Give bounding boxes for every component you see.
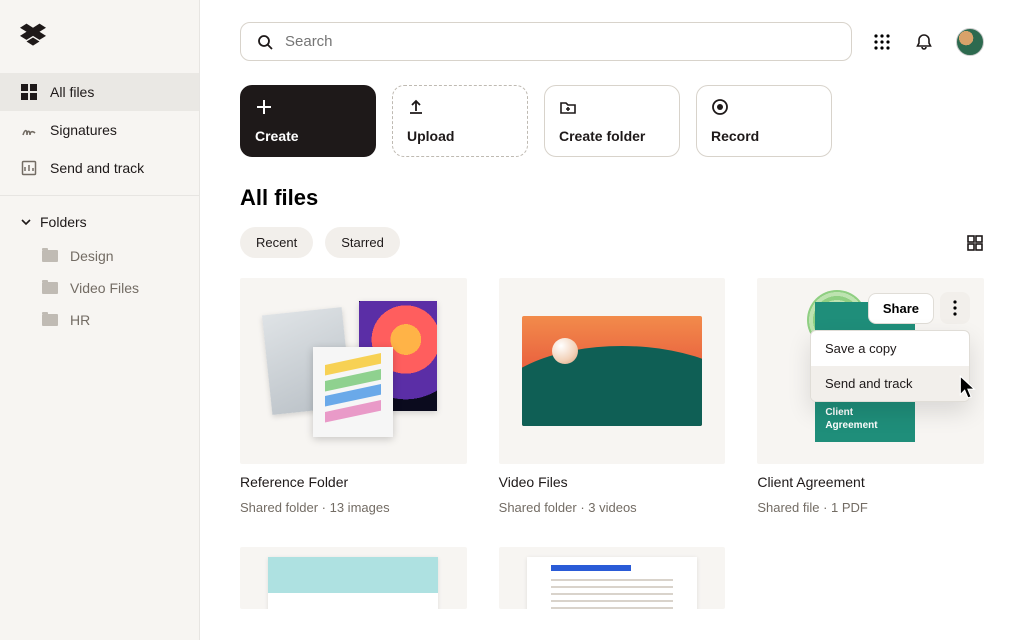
create-button[interactable]: Create [240,85,376,157]
file-thumbnail [499,547,726,609]
file-meta: Shared folder · 3 videos [499,500,726,515]
file-thumbnail [240,547,467,609]
search-bar[interactable] [240,22,852,61]
folder-item-video-files[interactable]: Video Files [0,272,199,304]
file-title: Reference Folder [240,474,467,490]
record-button[interactable]: Record [696,85,832,157]
create-folder-button[interactable]: Create folder [544,85,680,157]
upload-icon [407,98,425,116]
more-options-button[interactable] [940,292,970,324]
apps-grid-icon[interactable] [872,32,892,52]
waves-preview [522,316,702,426]
cursor-pointer-icon [958,374,980,400]
sidebar-divider [0,195,199,196]
plus-icon [255,98,273,116]
kebab-icon [953,300,957,316]
context-menu: Save a copy Send and track [810,330,970,402]
file-grid: Reference Folder Shared folder · 13 imag… [240,278,984,609]
action-label: Upload [407,128,513,144]
file-meta: Shared file · 1 PDF [757,500,984,515]
folder-label: Video Files [70,280,139,296]
file-thumbnail: Client Agreement Share Save a copy Send … [757,278,984,464]
filter-chip-recent[interactable]: Recent [240,227,313,258]
file-title: Video Files [499,474,726,490]
filter-chip-starred[interactable]: Starred [325,227,400,258]
send-track-icon [20,159,38,177]
file-card[interactable] [499,547,726,609]
filter-row: Recent Starred [240,227,984,258]
sidebar: All files Signatures Send and track Fold… [0,0,200,640]
file-meta: Shared folder · 13 images [240,500,467,515]
folder-icon [42,250,58,262]
avatar[interactable] [956,28,984,56]
folders-toggle[interactable]: Folders [0,204,199,240]
dropbox-icon [20,22,46,48]
sidebar-item-label: Send and track [50,160,144,176]
file-card[interactable] [240,547,467,609]
upload-button[interactable]: Upload [392,85,528,157]
folder-plus-icon [559,98,577,116]
folder-icon [42,314,58,326]
signature-icon [20,121,38,139]
collage-preview [273,301,433,441]
share-button[interactable]: Share [868,293,934,324]
folder-item-hr[interactable]: HR [0,304,199,336]
record-icon [711,98,729,116]
topbar [240,22,984,61]
app-logo[interactable] [0,22,199,73]
folders-header-label: Folders [40,214,87,230]
file-card[interactable]: Reference Folder Shared folder · 13 imag… [240,278,467,515]
file-card-empty [757,547,984,609]
folder-icon [42,282,58,294]
search-input[interactable] [285,33,835,50]
file-title: Client Agreement [757,474,984,490]
sidebar-item-label: All files [50,84,94,100]
action-label: Create folder [559,128,665,144]
sidebar-item-send-track[interactable]: Send and track [0,149,199,187]
file-card[interactable]: Video Files Shared folder · 3 videos [499,278,726,515]
filter-chips: Recent Starred [240,227,400,258]
search-icon [257,34,273,50]
folder-label: Design [70,248,114,264]
page-title: All files [240,185,984,211]
files-grid-icon [20,83,38,101]
file-card[interactable]: Client Agreement Share Save a copy Send … [757,278,984,515]
main-content: Create Upload Create folder Record All f… [200,0,1024,640]
folder-label: HR [70,312,90,328]
folder-item-design[interactable]: Design [0,240,199,272]
share-bar: Share [868,292,970,324]
sidebar-nav: All files Signatures Send and track [0,73,199,187]
sidebar-item-all-files[interactable]: All files [0,73,199,111]
doc-line2: Agreement [825,420,905,433]
view-toggle-grid-icon[interactable] [966,234,984,252]
chevron-down-icon [20,216,32,228]
menu-item-save-copy[interactable]: Save a copy [811,331,969,366]
sidebar-item-signatures[interactable]: Signatures [0,111,199,149]
file-thumbnail [499,278,726,464]
doc-line1: Client [825,407,905,420]
menu-item-send-track[interactable]: Send and track [811,366,969,401]
sidebar-item-label: Signatures [50,122,117,138]
file-thumbnail [240,278,467,464]
top-icons [872,28,984,56]
actions-row: Create Upload Create folder Record [240,85,984,157]
action-label: Create [255,128,361,144]
action-label: Record [711,128,817,144]
notifications-icon[interactable] [914,32,934,52]
